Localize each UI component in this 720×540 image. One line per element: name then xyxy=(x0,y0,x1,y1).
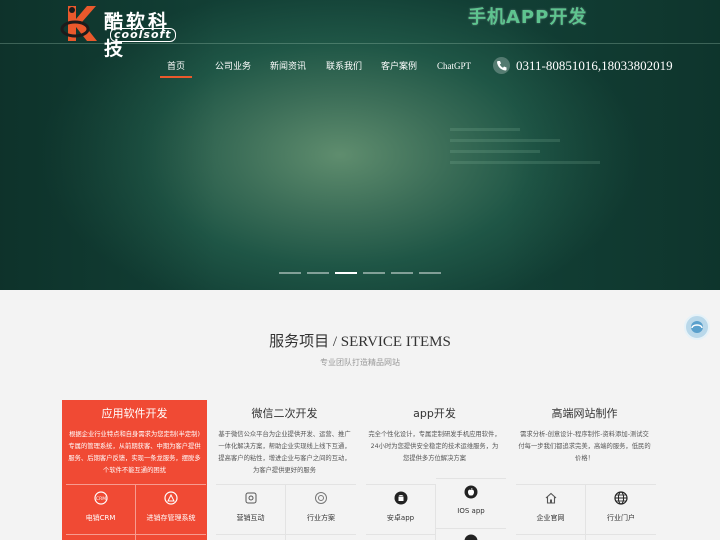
float-chat-button[interactable] xyxy=(684,314,710,340)
crm-icon: CRM xyxy=(94,491,108,505)
sub-row-divider xyxy=(136,534,206,540)
slider-dot[interactable] xyxy=(419,272,441,274)
app-slogan: 手机APP开发 xyxy=(468,7,588,28)
services-title: 服务项目 / SERVICE ITEMS xyxy=(269,334,451,350)
card-title: 微信二次开发 xyxy=(251,407,318,420)
sub-item-label: 行业门户 xyxy=(607,514,635,522)
marketing-icon xyxy=(245,492,257,504)
service-card-wechat[interactable]: 微信二次开发 基于微信公众平台为企业提供开发、运营、推广一体化解决方案，帮助企业… xyxy=(212,400,357,540)
nav-contact[interactable]: 联系我们 xyxy=(326,58,362,78)
logo[interactable]: 酷软科技 coolsoft xyxy=(60,3,190,60)
hero-banner: 酷软科技 coolsoft 手机APP开发 首页 公司业务 新闻资讯 联系我们 … xyxy=(0,0,720,290)
slider-dot-active[interactable] xyxy=(335,272,357,274)
service-link-solution[interactable]: 行业方案 xyxy=(286,484,356,534)
service-link-inventory[interactable]: 进销存管理系统 xyxy=(136,484,206,534)
sub-item-label: 营销互动 xyxy=(236,514,265,522)
sub-row-divider xyxy=(216,534,286,540)
sub-item-label: 行业方案 xyxy=(307,514,335,522)
card-desc: 需求分析-创意设计-程序制作-资料添加-测试交付每一步我们都追求完美，高端的服务… xyxy=(518,431,651,462)
apple-icon xyxy=(464,534,478,540)
sub-row-divider xyxy=(586,534,656,540)
home-icon xyxy=(545,492,557,504)
card-desc: 完全个性化设计，专属定制研发手机应用软件，24小时为您提供安全稳定的技术运维服务… xyxy=(368,431,501,462)
solution-icon xyxy=(315,492,327,504)
sub-row-divider xyxy=(66,534,136,540)
sub-row-divider xyxy=(286,534,356,540)
card-desc: 基于微信公众平台为企业提供开发、运营、推广一体化解决方案，帮助企业实现线上线下互… xyxy=(218,431,351,474)
chat-icon xyxy=(691,321,703,333)
nav-business[interactable]: 公司业务 xyxy=(215,58,251,78)
slider-dot[interactable] xyxy=(391,272,413,274)
service-link-crm[interactable]: CRM 电销CRM xyxy=(66,484,136,534)
service-link-portal[interactable]: 行业门户 xyxy=(586,484,656,534)
globe-icon xyxy=(614,491,628,505)
service-card-software[interactable]: 应用软件开发 根据企业行业特点和自身需求为您定制(半定制)专属的管理系统，从前期… xyxy=(62,400,207,540)
sub-item-label: 进销存管理系统 xyxy=(146,514,196,522)
slider-dot[interactable] xyxy=(307,272,329,274)
sub-item-label: 企业官网 xyxy=(536,514,565,522)
sub-item-label: 安卓app xyxy=(386,514,415,522)
nav-chatgpt[interactable]: ChatGPT xyxy=(437,58,471,78)
service-card-app[interactable]: app开发 完全个性化设计，专属定制研发手机应用软件，24小时为您提供安全稳定的… xyxy=(362,400,507,540)
android-icon xyxy=(394,491,408,505)
sub-row-divider xyxy=(516,534,586,540)
sub-row-divider xyxy=(436,528,506,540)
card-desc: 根据企业行业特点和自身需求为您定制(半定制)专属的管理系统，从前期获客、中期为客… xyxy=(68,431,201,474)
top-bar: 酷软科技 coolsoft 手机APP开发 xyxy=(0,0,720,60)
nav-news[interactable]: 新闻资讯 xyxy=(270,58,306,78)
service-link-android[interactable]: 安卓app xyxy=(366,484,436,534)
slider-dot[interactable] xyxy=(363,272,385,274)
banner-decoration xyxy=(450,128,600,172)
services-subtitle: 专业团队打造精品网站 xyxy=(320,358,400,367)
card-title: app开发 xyxy=(413,407,456,420)
phone-icon xyxy=(493,57,510,74)
service-link-ios[interactable]: IOS app xyxy=(436,478,506,528)
svg-text:CRM: CRM xyxy=(96,496,106,502)
sub-row-divider xyxy=(366,534,436,540)
service-link-marketing[interactable]: 营销互动 xyxy=(216,484,286,534)
brand-name-en: coolsoft xyxy=(110,28,176,42)
sub-item-label: IOS app xyxy=(457,507,485,515)
card-title: 应用软件开发 xyxy=(101,407,168,420)
card-title: 高端网站制作 xyxy=(551,407,618,420)
phone-number: 0311-80851016,18033802019 xyxy=(516,58,673,73)
service-card-website[interactable]: 高端网站制作 需求分析-创意设计-程序制作-资料添加-测试交付每一步我们都追求完… xyxy=(512,400,657,540)
inventory-icon xyxy=(164,491,178,505)
sub-item-label: 电销CRM xyxy=(85,514,116,522)
apple-icon xyxy=(464,485,478,499)
nav-cases[interactable]: 客户案例 xyxy=(381,58,417,78)
logo-k-icon xyxy=(60,6,97,41)
slider-dot[interactable] xyxy=(279,272,301,274)
service-link-corporate[interactable]: 企业官网 xyxy=(516,484,586,534)
nav-home[interactable]: 首页 xyxy=(160,58,192,78)
